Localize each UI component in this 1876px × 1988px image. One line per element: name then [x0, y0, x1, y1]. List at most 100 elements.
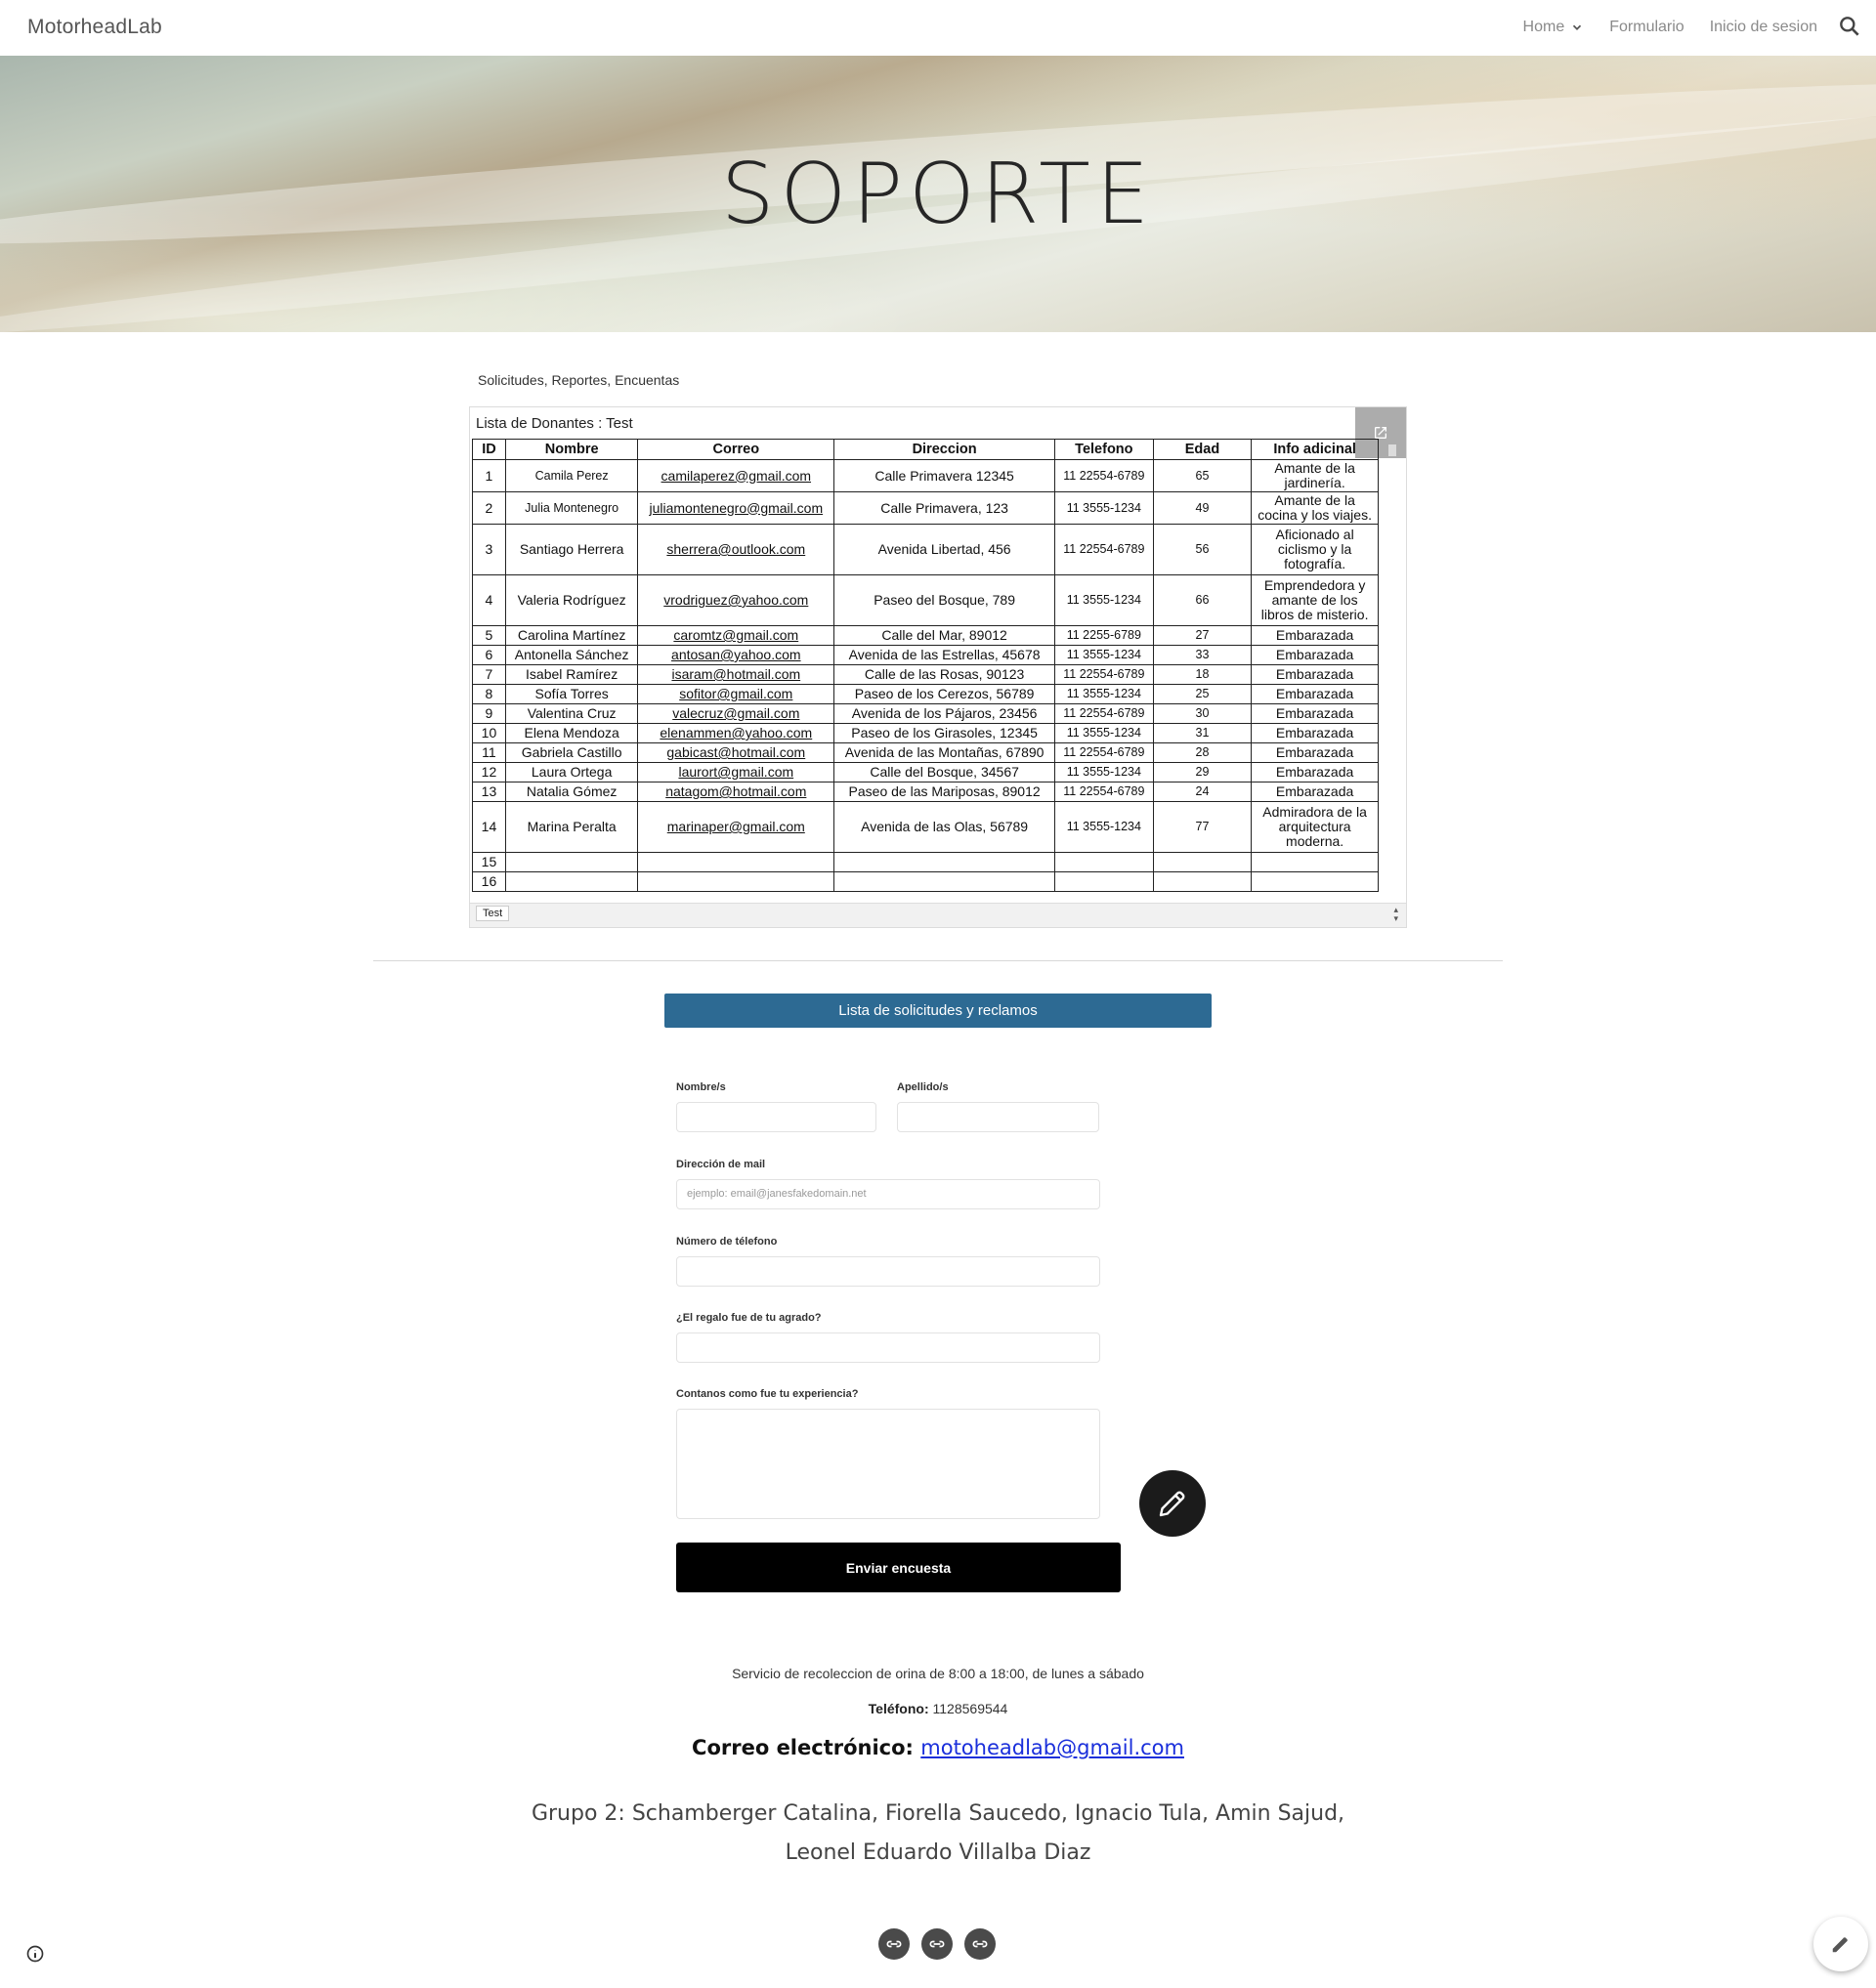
service-hours-text: Servicio de recoleccion de orina de 8:00…	[732, 1666, 1144, 1681]
table-row: 16	[472, 871, 1379, 892]
cell-email: natagom@hotmail.com	[637, 782, 835, 802]
cell-info: Embarazada	[1251, 664, 1379, 685]
phone-field[interactable]	[676, 1256, 1100, 1287]
footer-link-button[interactable]	[878, 1928, 910, 1960]
cell-email: laurort@gmail.com	[637, 762, 835, 783]
cell-age	[1152, 852, 1253, 872]
cell-phone: 11 2255-6789	[1054, 625, 1154, 646]
experience-textarea[interactable]	[676, 1409, 1100, 1519]
last-name-field[interactable]	[897, 1102, 1099, 1132]
column-header: Correo	[637, 439, 835, 460]
footer-link-button[interactable]	[964, 1928, 996, 1960]
table-header-row: ID Nombre Correo Direccion Telefono Edad…	[472, 439, 1379, 460]
column-header: ID	[472, 439, 506, 460]
email-label: Correo electrónico:	[692, 1736, 914, 1759]
table-row: 1 Camila Perez camilaperez@gmail.com Calle …	[472, 459, 1379, 492]
submit-survey-button[interactable]: Enviar encuesta	[676, 1543, 1121, 1592]
table-row: 9 Valentina Cruz valecruz@gmail.com Avenida…	[472, 703, 1379, 724]
cell-phone	[1054, 852, 1154, 872]
spreadsheet-title: Lista de Donantes : Test	[476, 415, 633, 432]
email-field[interactable]: ejemplo: email@janesfakedomain.net	[676, 1179, 1100, 1209]
cell-phone: 11 3555-1234	[1054, 801, 1154, 853]
cell-id: 13	[472, 782, 506, 802]
gift-label: ¿El regalo fue de tu agrado?	[676, 1312, 822, 1324]
cell-address: Avenida de las Montañas, 67890	[833, 742, 1055, 763]
footer-link-button[interactable]	[921, 1928, 953, 1960]
nav-item-home-label: Home	[1522, 19, 1565, 35]
spreadsheet-grid[interactable]: ID Nombre Correo Direccion Telefono Edad…	[472, 439, 1379, 904]
column-header: Info adicinal	[1251, 439, 1379, 460]
edit-form-button[interactable]	[1139, 1470, 1206, 1537]
vertical-scrollbar[interactable]	[1388, 444, 1396, 456]
contact-phone: Teléfono: 1128569544	[0, 1701, 1876, 1716]
phone-label: Teléfono:	[868, 1701, 929, 1716]
cell-name: Antonella Sánchez	[504, 645, 639, 665]
table-row: 12 Laura Ortega laurort@gmail.com Calle del…	[472, 762, 1379, 783]
table-row: 15	[472, 852, 1379, 872]
cell-email: caromtz@gmail.com	[637, 625, 835, 646]
cell-id: 7	[472, 664, 506, 685]
phone-label: Número de télefono	[676, 1236, 778, 1248]
cell-address: Calle del Mar, 89012	[833, 625, 1055, 646]
embedded-spreadsheet[interactable]: Lista de Donantes : Test ID Nombre Corre…	[469, 406, 1407, 928]
email-label: Dirección de mail	[676, 1159, 766, 1170]
cell-phone: 11 22554-6789	[1054, 782, 1154, 802]
footer-links	[878, 1928, 996, 1960]
cell-age: 30	[1152, 703, 1253, 724]
email-link[interactable]: motoheadlab@gmail.com	[920, 1736, 1184, 1759]
cell-phone	[1054, 871, 1154, 892]
cell-name: Camila Perez	[504, 459, 639, 492]
cell-email: marinaper@gmail.com	[637, 801, 835, 853]
cell-phone: 11 3555-1234	[1054, 723, 1154, 743]
cell-name: Santiago Herrera	[504, 524, 639, 575]
nav-item-login[interactable]: Inicio de sesion	[1710, 19, 1817, 36]
cell-id: 14	[472, 801, 506, 853]
nav-item-home[interactable]: Home	[1523, 19, 1585, 36]
cell-address: Avenida de las Olas, 56789	[833, 801, 1055, 853]
column-header: Edad	[1152, 439, 1253, 460]
table-row: 4 Valeria Rodríguez vrodriguez@yahoo.com Pa…	[472, 574, 1379, 626]
cell-email: gabicast@hotmail.com	[637, 742, 835, 763]
cell-age: 56	[1152, 524, 1253, 575]
table-row: 8 Sofía Torres sofitor@gmail.com Paseo de l…	[472, 684, 1379, 704]
cell-address: Calle del Bosque, 34567	[833, 762, 1055, 783]
cell-name: Gabriela Castillo	[504, 742, 639, 763]
cell-id: 5	[472, 625, 506, 646]
cell-age: 27	[1152, 625, 1253, 646]
cell-email	[637, 852, 835, 872]
cell-address: Avenida de las Estrellas, 45678	[833, 645, 1055, 665]
scroll-arrows-icon[interactable]: ▴ ▾	[1393, 906, 1398, 923]
cell-id: 9	[472, 703, 506, 724]
sheet-tab[interactable]: Test	[476, 906, 510, 921]
cell-phone: 11 3555-1234	[1054, 574, 1154, 626]
nav-item-formulario[interactable]: Formulario	[1609, 19, 1684, 36]
table-row: 5 Carolina Martínez caromtz@gmail.com Calle…	[472, 625, 1379, 646]
cell-info: Embarazada	[1251, 723, 1379, 743]
requests-list-button[interactable]: Lista de solicitudes y reclamos	[664, 994, 1212, 1028]
cell-email: sherrera@outlook.com	[637, 524, 835, 575]
gift-field[interactable]	[676, 1332, 1100, 1363]
cell-id: 3	[472, 524, 506, 575]
cell-phone: 11 22554-6789	[1054, 459, 1154, 492]
pencil-icon	[1832, 1937, 1848, 1953]
group-members-line-1: Grupo 2: Schamberger Catalina, Fiorella …	[531, 1801, 1345, 1826]
cell-name: Valentina Cruz	[504, 703, 639, 724]
cell-info: Embarazada	[1251, 645, 1379, 665]
cell-name: Julia Montenegro	[504, 491, 639, 525]
cell-info: Amante de la cocina y los viajes.	[1251, 491, 1379, 525]
search-icon[interactable]	[1837, 14, 1862, 39]
first-name-field[interactable]	[676, 1102, 876, 1132]
cell-address: Paseo del Bosque, 789	[833, 574, 1055, 626]
site-title[interactable]: MotorheadLab	[27, 16, 162, 39]
cell-phone: 11 3555-1234	[1054, 491, 1154, 525]
cell-address	[833, 852, 1055, 872]
cell-email: isaram@hotmail.com	[637, 664, 835, 685]
cell-email: sofitor@gmail.com	[637, 684, 835, 704]
edit-page-button[interactable]	[1813, 1917, 1868, 1971]
cell-phone: 11 3555-1234	[1054, 762, 1154, 783]
cell-name: Carolina Martínez	[504, 625, 639, 646]
link-icon	[972, 1940, 988, 1948]
sheet-tab-bar: Test ▴ ▾	[470, 903, 1406, 927]
info-icon[interactable]	[25, 1944, 45, 1964]
cell-address: Calle de las Rosas, 90123	[833, 664, 1055, 685]
